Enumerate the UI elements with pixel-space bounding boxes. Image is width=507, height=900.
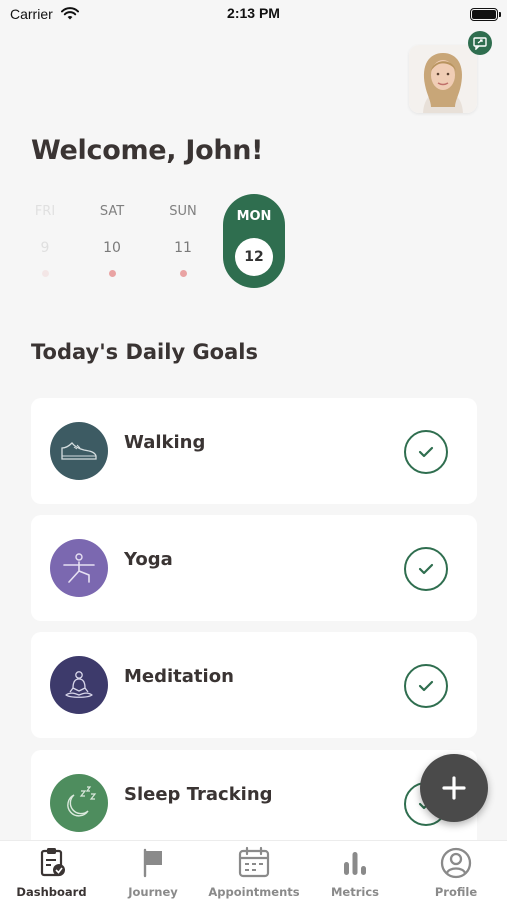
shoe-icon	[50, 422, 108, 480]
date-strip[interactable]: FRI 9 SAT 10 SUN 11 MON 12	[31, 190, 441, 290]
tab-dashboard[interactable]: Dashboard	[0, 841, 103, 900]
moon-sleep-icon	[50, 774, 108, 832]
day-of-week: MON	[236, 209, 272, 224]
goal-card-walking[interactable]: Walking	[31, 398, 477, 504]
tab-label: Appointments	[208, 885, 300, 899]
tab-label: Metrics	[330, 885, 380, 899]
avatar[interactable]	[409, 45, 477, 113]
status-bar: Carrier 2:13 PM	[0, 0, 507, 28]
tab-bar: Dashboard Journey Appointments Metrics P…	[0, 840, 507, 900]
check-icon	[418, 563, 434, 575]
day-of-week: SAT	[99, 204, 125, 219]
goal-check-button[interactable]	[404, 430, 448, 474]
tab-label: Dashboard	[16, 885, 87, 899]
add-button[interactable]	[420, 754, 488, 822]
tab-metrics[interactable]: Metrics	[305, 841, 405, 900]
goal-check-button[interactable]	[404, 547, 448, 591]
user-circle-icon	[440, 847, 472, 879]
clipboard-icon	[40, 848, 65, 877]
day-number: 11	[174, 240, 192, 256]
tab-label: Journey	[128, 885, 178, 899]
day-of-week: SUN	[169, 204, 197, 219]
tab-label: Profile	[434, 885, 478, 899]
event-dot	[180, 270, 187, 277]
date-fri-9[interactable]: FRI 9	[14, 190, 76, 286]
welcome-heading: Welcome, John!	[31, 135, 264, 166]
goal-label: Walking	[124, 432, 206, 453]
day-number: 12	[235, 238, 273, 276]
battery-icon	[470, 8, 501, 21]
chat-icon	[473, 36, 487, 50]
daily-goals-title: Today's Daily Goals	[31, 340, 258, 364]
meditation-icon	[50, 656, 108, 714]
goal-card-yoga[interactable]: Yoga	[31, 515, 477, 621]
calendar-icon	[238, 846, 270, 878]
date-mon-12[interactable]: MON 12	[223, 194, 285, 288]
date-sat-10[interactable]: SAT 10	[81, 190, 143, 286]
check-icon	[418, 446, 434, 458]
goal-check-button[interactable]	[404, 664, 448, 708]
tab-appointments[interactable]: Appointments	[203, 841, 305, 900]
day-number: 10	[103, 240, 121, 256]
goal-label: Yoga	[124, 549, 173, 570]
plus-icon	[442, 776, 466, 800]
event-dot	[42, 270, 49, 277]
goal-card-meditation[interactable]: Meditation	[31, 632, 477, 738]
tab-profile[interactable]: Profile	[405, 841, 507, 900]
chat-badge-button[interactable]	[468, 31, 492, 55]
day-number: 9	[40, 240, 50, 256]
event-dot	[109, 270, 116, 277]
bar-chart-icon	[344, 852, 366, 875]
check-icon	[418, 680, 434, 692]
goal-label: Sleep Tracking	[124, 784, 273, 805]
tab-journey[interactable]: Journey	[103, 841, 203, 900]
user-avatar	[409, 45, 477, 113]
day-of-week: FRI	[34, 204, 56, 219]
goal-label: Meditation	[124, 666, 234, 687]
date-sun-11[interactable]: SUN 11	[152, 190, 214, 286]
clock: 2:13 PM	[227, 5, 280, 21]
flag-icon	[143, 848, 162, 878]
yoga-icon	[50, 539, 108, 597]
